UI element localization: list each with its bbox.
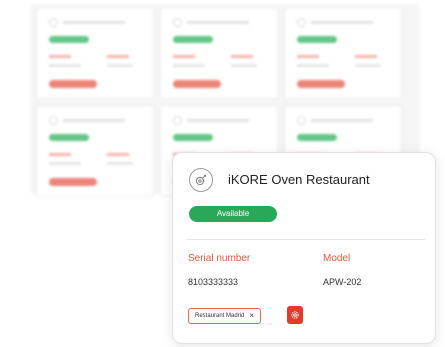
placeholder-icon <box>297 116 306 125</box>
placeholder-icon <box>49 18 58 27</box>
placeholder-action-bar <box>49 80 97 88</box>
oven-device-icon <box>195 174 206 186</box>
device-title: iKORE Oven Restaurant <box>228 172 370 187</box>
placeholder-value <box>297 64 329 67</box>
location-tag-label: Restaurant Madrid <box>195 313 245 319</box>
background-card <box>284 7 402 99</box>
placeholder-label <box>107 153 129 156</box>
placeholder-title <box>311 119 373 122</box>
placeholder-label <box>107 55 129 58</box>
background-card <box>36 7 154 99</box>
placeholder-label <box>49 55 71 58</box>
location-tag-chip: Restaurant Madrid × <box>188 308 262 324</box>
placeholder-icon <box>297 18 306 27</box>
placeholder-status-bar <box>173 36 213 43</box>
placeholder-status-bar <box>297 134 337 141</box>
placeholder-icon <box>173 116 182 125</box>
placeholder-value <box>355 64 381 67</box>
placeholder-title <box>63 21 125 24</box>
placeholder-label <box>297 55 319 58</box>
placeholder-action-bar <box>297 80 345 88</box>
settings-button[interactable] <box>287 306 303 324</box>
gear-icon <box>291 311 299 319</box>
device-detail-card[interactable]: iKORE Oven Restaurant Available Serial n… <box>172 152 436 344</box>
placeholder-label <box>173 55 195 58</box>
placeholder-value <box>107 64 133 67</box>
placeholder-title <box>187 119 249 122</box>
placeholder-label <box>49 153 71 156</box>
placeholder-status-bar <box>297 36 337 43</box>
placeholder-value <box>231 64 257 67</box>
model-label: Model <box>323 253 351 264</box>
placeholder-title <box>63 119 125 122</box>
placeholder-value <box>49 64 81 67</box>
background-card <box>160 7 278 99</box>
placeholder-title <box>187 21 249 24</box>
placeholder-value <box>107 162 133 165</box>
serial-number-label: Serial number <box>188 253 251 264</box>
placeholder-label <box>231 55 253 58</box>
background-card <box>36 105 154 197</box>
placeholder-action-bar <box>173 80 221 88</box>
oven-device-icon <box>189 168 213 192</box>
placeholder-icon <box>173 18 182 27</box>
model-value: APW-202 <box>323 277 362 287</box>
divider <box>187 239 425 240</box>
serial-number-value: 8103333333 <box>188 277 239 287</box>
status-badge: Available <box>189 206 277 222</box>
placeholder-value <box>173 64 205 67</box>
placeholder-status-bar <box>49 134 89 141</box>
remove-tag-icon[interactable]: × <box>249 312 254 320</box>
placeholder-status-bar <box>173 134 213 141</box>
placeholder-icon <box>49 116 58 125</box>
placeholder-label <box>355 55 377 58</box>
placeholder-status-bar <box>49 36 89 43</box>
placeholder-action-bar <box>49 178 97 186</box>
placeholder-value <box>49 162 81 165</box>
placeholder-title <box>311 21 373 24</box>
